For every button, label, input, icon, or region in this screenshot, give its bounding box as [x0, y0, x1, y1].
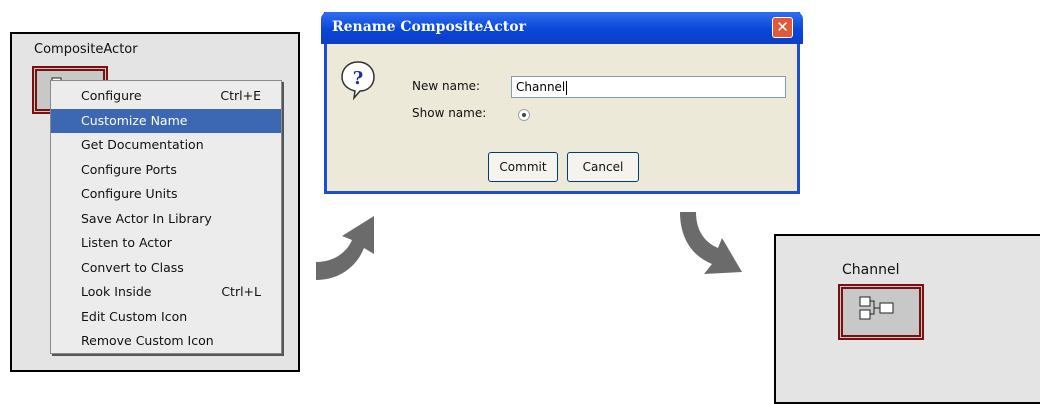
composite-actor-name: CompositeActor: [34, 42, 138, 57]
show-name-radio[interactable]: [518, 109, 530, 121]
menu-item-listen-to-actor[interactable]: Listen to Actor: [51, 231, 281, 256]
show-name-label: Show name:: [412, 106, 487, 120]
text-caret: [566, 80, 568, 95]
new-name-value: Channel: [516, 80, 566, 94]
menu-item-convert-to-class[interactable]: Convert to Class: [51, 256, 281, 281]
menu-item-label: Edit Custom Icon: [81, 308, 188, 324]
menu-item-label: Get Documentation: [81, 137, 204, 152]
cancel-button[interactable]: Cancel: [567, 152, 639, 182]
menu-item-label: Look Inside: [81, 284, 152, 299]
dialog-title: Rename CompositeActor: [332, 19, 526, 35]
new-name-input[interactable]: Channel: [511, 76, 786, 98]
context-menu: Configure Ctrl+E Customize Name Get Docu…: [50, 80, 282, 354]
channel-actor-name: Channel: [842, 262, 900, 278]
menu-item-label: Configure Units: [81, 186, 178, 201]
menu-item-label: Configure Ports: [81, 161, 177, 177]
composite-actor-glyph-icon: [859, 296, 894, 320]
menu-item-label: Listen to Actor: [81, 235, 172, 250]
new-name-label: New name:: [412, 79, 481, 93]
menu-item-customize-name[interactable]: Customize Name: [51, 108, 281, 133]
menu-item-look-inside[interactable]: Look Inside Ctrl+L: [51, 280, 281, 305]
menu-item-shortcut: Ctrl+L: [221, 284, 261, 299]
menu-item-shortcut: Ctrl+E: [220, 88, 261, 103]
channel-actor-icon[interactable]: [838, 284, 924, 340]
curved-arrow-icon: [316, 216, 374, 280]
menu-item-edit-custom-icon[interactable]: Edit Custom Icon: [51, 305, 281, 330]
menu-item-label: Customize Name: [81, 112, 188, 128]
question-icon: ?: [341, 61, 375, 100]
menu-item-label: Convert to Class: [81, 259, 184, 275]
menu-item-configure[interactable]: Configure Ctrl+E: [51, 84, 281, 109]
menu-item-get-documentation[interactable]: Get Documentation: [51, 133, 281, 158]
curved-arrow-icon: [680, 212, 742, 274]
menu-item-label: Save Actor In Library: [81, 210, 212, 226]
menu-item-configure-units[interactable]: Configure Units: [51, 182, 281, 207]
menu-item-label: Remove Custom Icon: [81, 333, 214, 348]
menu-item-label: Configure: [81, 88, 142, 103]
menu-item-configure-ports[interactable]: Configure Ports: [51, 158, 281, 183]
dialog-close-button[interactable]: ✕: [772, 17, 793, 38]
menu-item-save-actor-in-library[interactable]: Save Actor In Library: [51, 207, 281, 232]
menu-item-remove-custom-icon[interactable]: Remove Custom Icon: [51, 329, 281, 354]
svg-text:?: ?: [353, 68, 364, 89]
commit-button[interactable]: Commit: [488, 152, 558, 182]
